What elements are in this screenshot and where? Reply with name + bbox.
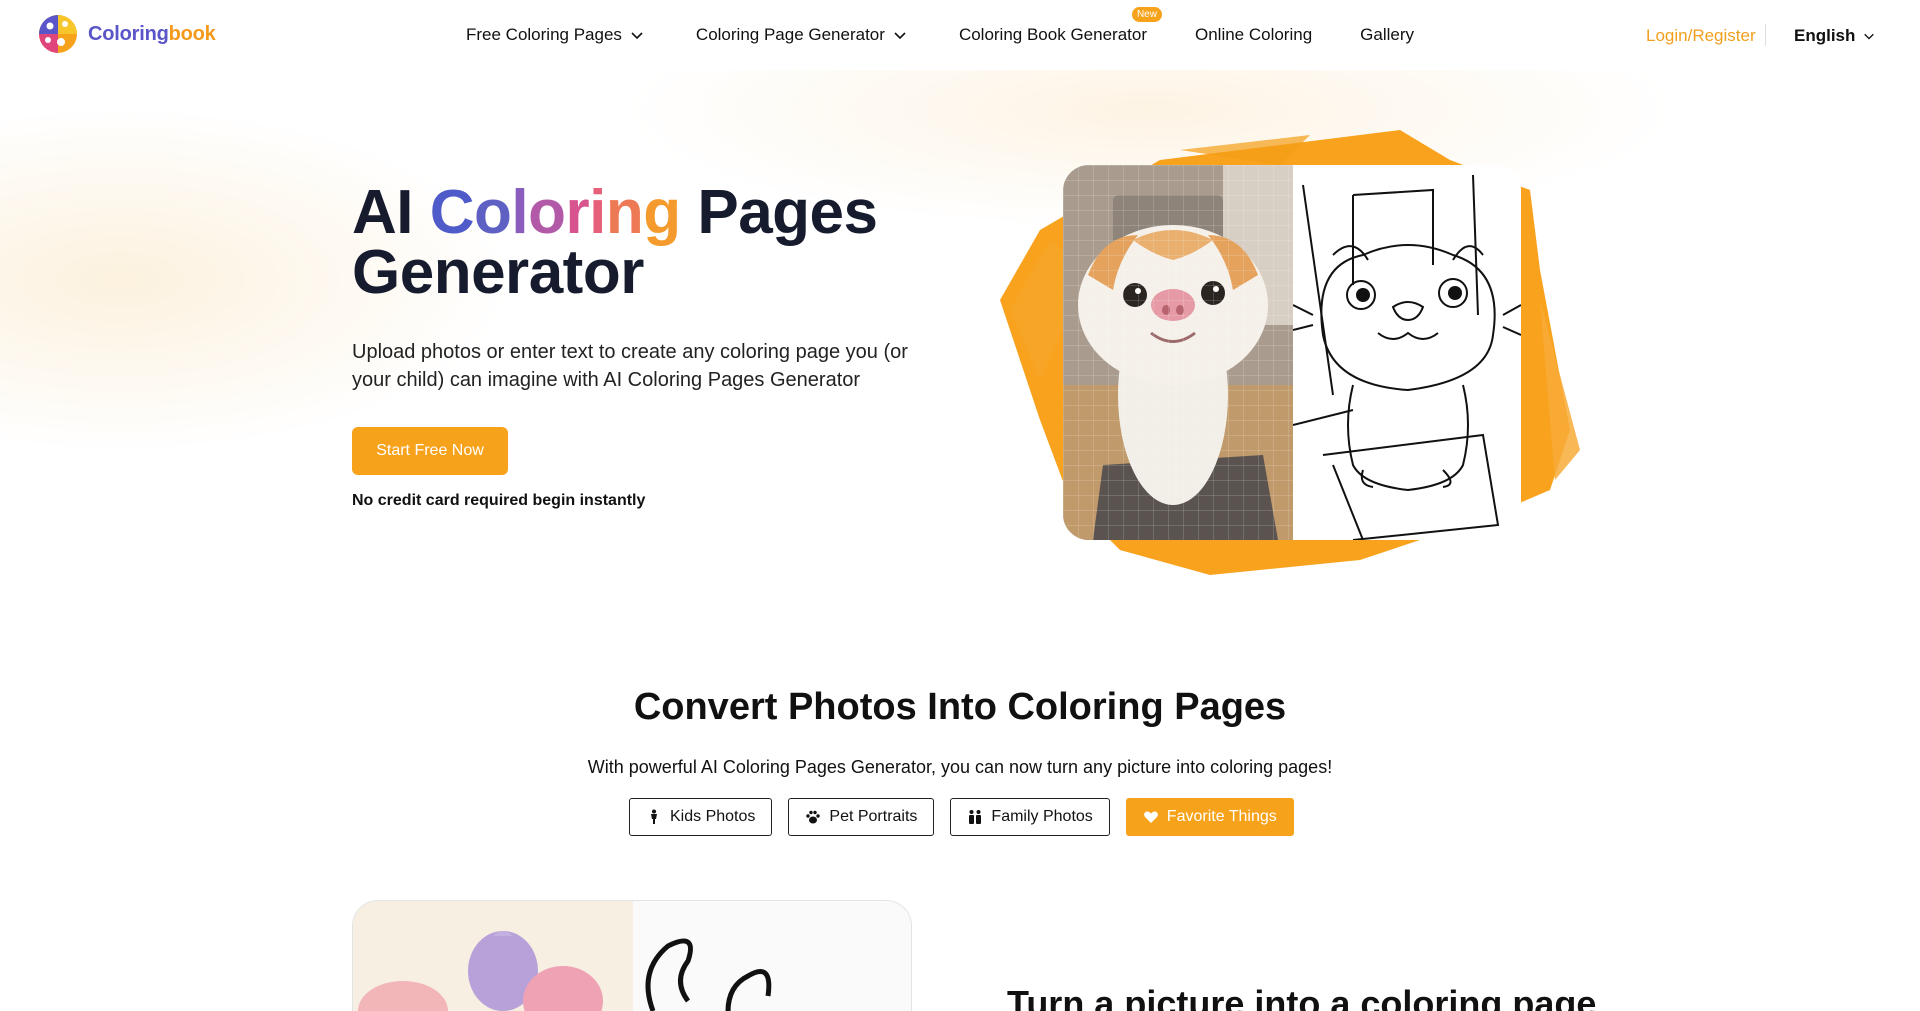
hero-subtitle: Upload photos or enter text to create an… [352,341,908,391]
hero-title-letter: i [589,178,606,247]
convert-section-title: Convert Photos Into Coloring Pages [633,686,1287,728]
tab-label: Family Photos [991,808,1093,825]
hero-title-letter: o [474,178,512,247]
hero-title-letter: o [528,178,566,247]
site-header: Coloringbook Free Coloring Pages Colorin… [0,0,1920,70]
tab-label: Pet Portraits [829,808,918,825]
tab-label: Kids Photos [670,808,756,825]
cat-line-art [1292,165,1521,540]
nav-gallery[interactable]: Gallery [1360,25,1414,45]
language-selector[interactable]: English [1794,26,1875,46]
hero-title-part1: AI [352,178,430,247]
hero-title-letter: l [511,178,529,247]
cupcakes-line-art-illustration [645,938,772,1011]
tab-kids-photos[interactable]: Kids Photos [629,798,773,836]
header-divider [1765,24,1766,46]
logo[interactable]: Coloringbook [36,12,216,56]
paw-icon [806,810,821,824]
tab-family-photos[interactable]: Family Photos [950,798,1110,836]
before-after-preview [1063,165,1521,540]
cat-line-art-illustration [1292,174,1521,540]
language-label: English [1794,26,1856,45]
hero-title-letter: g [643,178,681,247]
palette-logo-icon [39,15,77,53]
hero-title-line2: Generator [352,238,644,307]
nav-item-label: Coloring Page Generator [695,25,885,44]
nav-item-label: Coloring Book Generator [958,25,1147,44]
chevron-down-icon [894,32,906,40]
tab-label: Favorite Things [1166,808,1277,825]
family-icon [969,810,982,824]
child-icon [651,809,657,824]
no-credit-card-note: No credit card required begin instantly [352,492,646,509]
nav-item-label: Gallery [1360,25,1415,44]
heart-icon [1143,811,1158,823]
nav-item-label: Free Coloring Pages [466,25,622,44]
main-nav: Free Coloring Pages Coloring Page Genera… [466,0,1414,70]
login-register-link[interactable]: Login/Register [1646,26,1756,46]
cat-photo [1063,165,1293,540]
example-photo [353,901,633,1011]
new-badge: New [1131,7,1162,22]
nav-free-coloring-pages[interactable]: Free Coloring Pages [466,25,644,45]
chevron-down-icon [631,32,643,40]
cupcakes-photo-illustration [358,931,603,1011]
grid-overlay [1063,165,1293,540]
hero-title-letter: n [605,178,644,247]
nav-coloring-book-generator[interactable]: Coloring Book Generator New [958,7,1162,45]
brand-name-part2: book [168,22,216,45]
section3-title: Turn a picture into a coloring page [1007,983,1597,1011]
convert-section-subtitle: With powerful AI Coloring Pages Generato… [587,757,1333,777]
tab-favorite-things[interactable]: Favorite Things [1125,798,1294,836]
nav-item-label: Online Coloring [1194,25,1313,44]
chevron-down-icon [1864,33,1875,40]
example-preview-card [352,900,912,1011]
brand-name: Coloringbook [88,23,216,46]
nav-online-coloring[interactable]: Online Coloring [1195,25,1312,45]
hero-title: AI Coloring Pages Generator [352,182,878,304]
nav-coloring-page-generator[interactable]: Coloring Page Generator [696,25,907,45]
brand-name-part1: Coloring [88,22,169,45]
example-line-art [633,901,911,1011]
tab-pet-portraits[interactable]: Pet Portraits [788,798,935,836]
hero-background [0,70,1920,630]
hero-title-letter: C [429,178,475,247]
hero-title-part2: Pages [680,178,878,247]
start-free-now-button[interactable]: Start Free Now [352,427,508,475]
hero-title-letter: r [565,178,590,247]
category-tabs: Kids Photos Pet Portraits Family Photos … [629,798,1294,836]
